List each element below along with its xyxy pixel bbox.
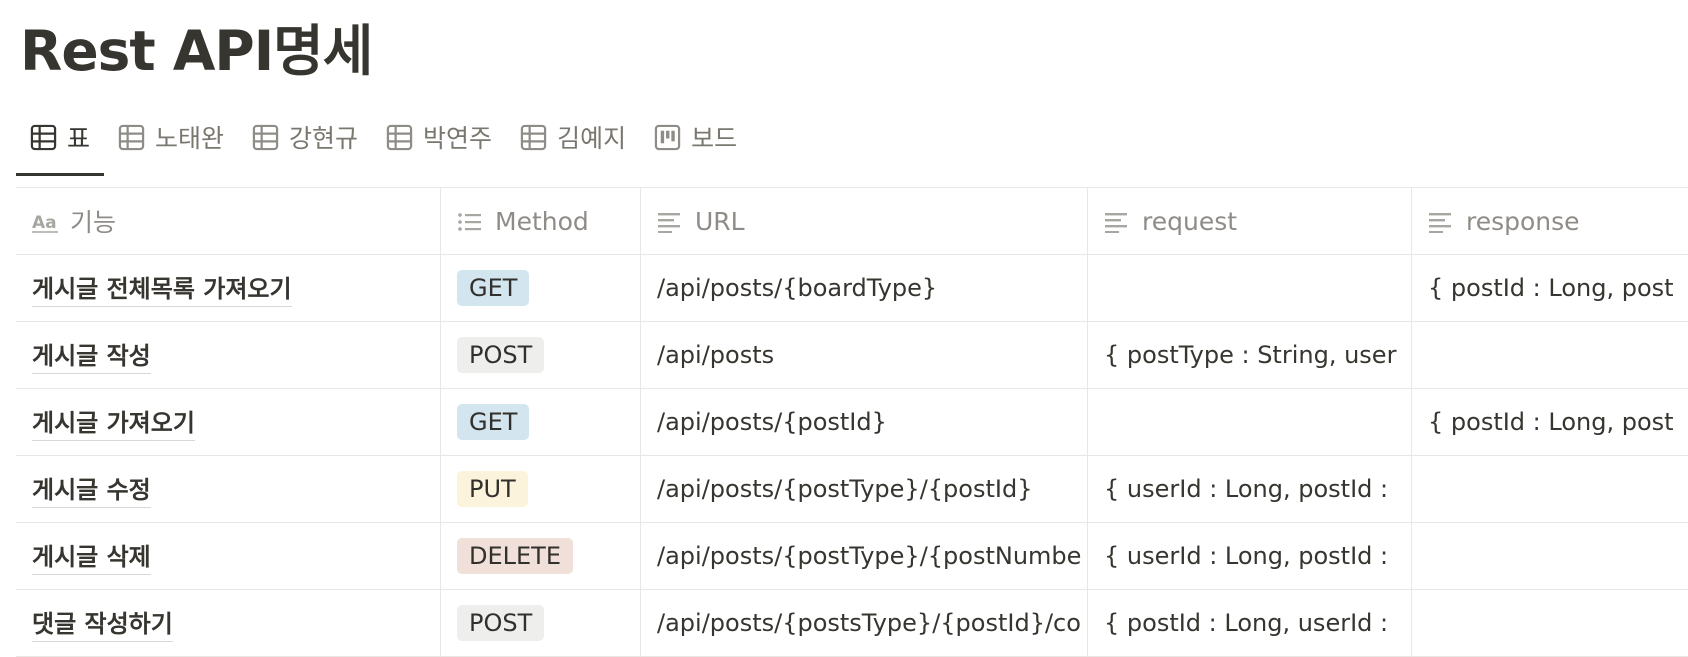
tab-label: 김예지 — [557, 124, 627, 153]
request-cell-text: { postType : String, user — [1104, 341, 1397, 369]
request-cell[interactable]: { userId : Long, postId : — [1088, 456, 1412, 522]
page-link[interactable]: 게시글 작성 — [32, 336, 151, 374]
page-link[interactable]: 게시글 수정 — [32, 470, 151, 508]
name-cell[interactable]: 게시글 작성 — [16, 322, 441, 388]
tab-view[interactable]: 김예지 — [506, 114, 640, 160]
svg-text:Aa: Aa — [32, 213, 57, 233]
name-cell[interactable]: 댓글 작성하기 — [16, 590, 441, 656]
table-row[interactable]: 게시글 가져오기 GET/api/posts/{postId} { postId :… — [16, 389, 1688, 456]
column-header-label: response — [1466, 206, 1580, 236]
url-cell[interactable]: /api/posts/{postType}/{postId} — [641, 456, 1088, 522]
method-tag: GET — [457, 404, 530, 440]
table-row[interactable]: 게시글 작성 POST/api/posts { postType : String,… — [16, 322, 1688, 389]
method-cell[interactable]: GET — [441, 389, 641, 455]
method-tag: POST — [457, 337, 545, 373]
method-tag: POST — [457, 605, 545, 641]
tab-view[interactable]: 보드 — [640, 114, 751, 160]
request-cell[interactable]: { postId : Long, userId : — [1088, 590, 1412, 656]
table-header-row: Aa 기능 Method URL request response — [16, 188, 1688, 255]
request-cell-text: { userId : Long, postId : — [1104, 542, 1389, 570]
response-cell[interactable] — [1412, 590, 1688, 656]
url-cell-text: /api/posts/{postId} — [657, 408, 887, 436]
view-tabs: 표 노태완 강현규 박연주 김예지 보드 — [16, 114, 751, 176]
response-cell[interactable]: { postId : Long, post — [1412, 389, 1688, 455]
url-cell[interactable]: /api/posts/{postType}/{postNumbe — [641, 523, 1088, 589]
response-cell[interactable] — [1412, 456, 1688, 522]
tab-label: 표 — [67, 124, 91, 153]
table-icon — [30, 124, 57, 151]
page-link[interactable]: 게시글 삭제 — [32, 537, 151, 575]
table-row[interactable]: 게시글 삭제 DELETE/api/posts/{postType}/{postN… — [16, 523, 1688, 590]
table-row[interactable]: 댓글 작성하기 POST/api/posts/{postsType}/{postI… — [16, 590, 1688, 657]
url-cell-text: /api/posts/{postType}/{postNumbe — [657, 542, 1082, 570]
url-cell-text: /api/posts/{boardType} — [657, 274, 938, 302]
table-icon — [386, 124, 413, 151]
table-row[interactable]: 게시글 전체목록 가져오기 GET/api/posts/{boardType} { … — [16, 255, 1688, 322]
page-link[interactable]: 댓글 작성하기 — [32, 604, 173, 642]
column-header[interactable]: request — [1088, 188, 1412, 254]
title-property-icon: Aa — [32, 210, 58, 233]
table-row[interactable]: 게시글 수정 PUT/api/posts/{postType}/{postId} {… — [16, 456, 1688, 523]
method-cell[interactable]: PUT — [441, 456, 641, 522]
tab-view[interactable]: 노태완 — [104, 114, 238, 160]
text-property-icon — [657, 210, 683, 233]
url-cell-text: /api/posts/{postType}/{postId} — [657, 475, 1033, 503]
column-header-label: URL — [695, 206, 745, 236]
tab-view[interactable]: 표 — [16, 114, 105, 176]
method-cell[interactable]: GET — [441, 255, 641, 321]
column-header[interactable]: Method — [441, 188, 641, 254]
method-cell[interactable]: POST — [441, 322, 641, 388]
tab-label: 박연주 — [423, 124, 493, 153]
tab-label: 강현규 — [289, 124, 359, 153]
request-cell[interactable] — [1088, 255, 1412, 321]
request-cell[interactable]: { postType : String, user — [1088, 322, 1412, 388]
column-header[interactable]: Aa 기능 — [16, 188, 441, 254]
page-link[interactable]: 게시글 가져오기 — [32, 403, 195, 441]
column-header-label: 기능 — [70, 208, 117, 237]
url-cell[interactable]: /api/posts/{postId} — [641, 389, 1088, 455]
method-cell[interactable]: DELETE — [441, 523, 641, 589]
request-cell-text: { postId : Long, userId : — [1104, 609, 1389, 637]
name-cell[interactable]: 게시글 전체목록 가져오기 — [16, 255, 441, 321]
board-icon — [654, 124, 681, 151]
page-link[interactable]: 게시글 전체목록 가져오기 — [32, 269, 292, 307]
column-header-label: Method — [495, 206, 589, 236]
response-cell[interactable] — [1412, 322, 1688, 388]
request-cell-text: { userId : Long, postId : — [1104, 475, 1389, 503]
tab-label: 보드 — [691, 124, 738, 153]
tab-view[interactable]: 강현규 — [238, 114, 372, 160]
response-cell[interactable] — [1412, 523, 1688, 589]
response-cell-text: { postId : Long, post — [1428, 408, 1674, 436]
table-icon — [520, 124, 547, 151]
response-cell-text: { postId : Long, post — [1428, 274, 1674, 302]
page-title: Rest API명세 — [20, 19, 373, 83]
method-tag: DELETE — [457, 538, 574, 574]
table-icon — [252, 124, 279, 151]
column-header-label: request — [1142, 206, 1238, 236]
text-property-icon — [1428, 210, 1454, 233]
url-cell[interactable]: /api/posts — [641, 322, 1088, 388]
name-cell[interactable]: 게시글 가져오기 — [16, 389, 441, 455]
tab-label: 노태완 — [155, 124, 225, 153]
request-cell[interactable] — [1088, 389, 1412, 455]
request-cell[interactable]: { userId : Long, postId : — [1088, 523, 1412, 589]
database-table: Aa 기능 Method URL request response 게시글 전체목록 가져오… — [16, 187, 1688, 657]
method-tag: GET — [457, 270, 530, 306]
column-header[interactable]: URL — [641, 188, 1088, 254]
text-property-icon — [1104, 210, 1130, 233]
tab-view[interactable]: 박연주 — [372, 114, 506, 160]
name-cell[interactable]: 게시글 삭제 — [16, 523, 441, 589]
list-property-icon — [457, 210, 483, 232]
method-cell[interactable]: POST — [441, 590, 641, 656]
url-cell-text: /api/posts/{postsType}/{postId}/co — [657, 609, 1081, 637]
name-cell[interactable]: 게시글 수정 — [16, 456, 441, 522]
url-cell[interactable]: /api/posts/{boardType} — [641, 255, 1088, 321]
table-icon — [118, 124, 145, 151]
column-header[interactable]: response — [1412, 188, 1688, 254]
method-tag: PUT — [457, 471, 528, 507]
url-cell-text: /api/posts — [657, 341, 775, 369]
response-cell[interactable]: { postId : Long, post — [1412, 255, 1688, 321]
url-cell[interactable]: /api/posts/{postsType}/{postId}/co — [641, 590, 1088, 656]
